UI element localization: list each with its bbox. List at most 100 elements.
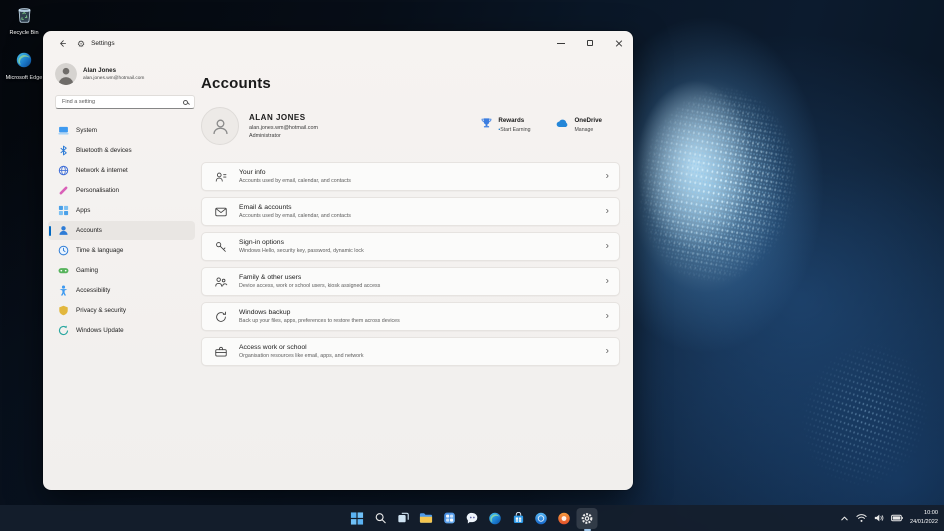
sidebar-item-accounts[interactable]: Accounts bbox=[48, 221, 195, 240]
sidebar-item-privacy-security[interactable]: Privacy & security bbox=[48, 301, 195, 320]
backup-icon bbox=[214, 310, 228, 324]
card-title: Sign-in options bbox=[239, 239, 284, 246]
sidebar-item-label: Personalisation bbox=[76, 187, 120, 194]
pinned-app-orange-button[interactable] bbox=[554, 508, 575, 529]
quick-actions: Rewards Start Earning OneDrive Manage bbox=[480, 117, 620, 135]
onedrive-link[interactable]: OneDrive Manage bbox=[556, 117, 602, 135]
onedrive-subtitle: Manage bbox=[574, 126, 594, 133]
your-info-icon bbox=[214, 170, 228, 184]
task-view-button[interactable] bbox=[393, 508, 414, 529]
desktop-icon-recycle-bin[interactable]: Recycle Bin bbox=[2, 6, 46, 37]
chevron-right-icon bbox=[606, 345, 609, 356]
window-titlebar[interactable]: Settings bbox=[43, 31, 633, 55]
settings-sidebar: Alan Jones alan.jones.wm@hotmail.com Sys… bbox=[43, 55, 201, 490]
sidebar-item-label: Apps bbox=[76, 207, 91, 214]
sidebar-item-personalisation[interactable]: Personalisation bbox=[48, 181, 195, 200]
settings-taskbar-button[interactable] bbox=[576, 507, 598, 529]
search-input[interactable] bbox=[62, 99, 178, 105]
accounts-icon bbox=[58, 225, 69, 236]
sidebar-nav: System Bluetooth & devices Network & int… bbox=[48, 121, 195, 340]
profile-role: Administrator bbox=[249, 133, 281, 139]
maximize-button[interactable] bbox=[575, 31, 604, 55]
minimize-button[interactable] bbox=[546, 31, 575, 55]
sidebar-item-label: Gaming bbox=[76, 267, 99, 274]
card-title: Your info bbox=[239, 169, 266, 176]
taskbar-search-button[interactable] bbox=[370, 508, 391, 529]
settings-window: Settings Alan Jones alan.jon bbox=[43, 31, 633, 490]
chevron-right-icon bbox=[606, 310, 609, 321]
settings-cards: Your info Accounts used by email, calend… bbox=[201, 162, 620, 366]
privacy-security-icon bbox=[58, 305, 69, 316]
card-your-info[interactable]: Your info Accounts used by email, calend… bbox=[201, 162, 620, 191]
minimize-icon bbox=[556, 42, 565, 44]
profile-avatar bbox=[201, 107, 239, 145]
card-windows-backup[interactable]: Windows backup Back up your files, apps,… bbox=[201, 302, 620, 331]
sidebar-item-label: Privacy & security bbox=[76, 307, 127, 314]
gaming-icon bbox=[58, 265, 69, 276]
search-icon bbox=[183, 99, 188, 105]
profile-name: ALAN JONES bbox=[249, 113, 306, 122]
sidebar-item-windows-update[interactable]: Windows Update bbox=[48, 321, 195, 340]
tray-overflow-button[interactable] bbox=[840, 514, 849, 523]
battery-tray-icon[interactable] bbox=[891, 514, 903, 522]
onedrive-icon bbox=[556, 117, 569, 135]
sidebar-item-label: Accounts bbox=[76, 227, 102, 234]
sidebar-item-label: Bluetooth & devices bbox=[76, 147, 132, 154]
family-icon bbox=[214, 275, 228, 289]
sidebar-item-time-language[interactable]: Time & language bbox=[48, 241, 195, 260]
chevron-right-icon bbox=[606, 170, 609, 181]
sidebar-item-gaming[interactable]: Gaming bbox=[48, 261, 195, 280]
start-button[interactable] bbox=[347, 508, 368, 529]
settings-search bbox=[55, 95, 195, 109]
rewards-link[interactable]: Rewards Start Earning bbox=[480, 117, 530, 135]
card-access-work-school[interactable]: Access work or school Organisation resou… bbox=[201, 337, 620, 366]
sidebar-item-accessibility[interactable]: Accessibility bbox=[48, 281, 195, 300]
rewards-icon bbox=[480, 117, 493, 135]
card-sign-in-options[interactable]: Sign-in options Windows Hello, security … bbox=[201, 232, 620, 261]
sidebar-item-bluetooth-devices[interactable]: Bluetooth & devices bbox=[48, 141, 195, 160]
sidebar-item-label: Time & language bbox=[76, 247, 124, 254]
settings-main: Accounts ALAN JONES alan.jones.wm@hotmai… bbox=[201, 55, 620, 490]
sidebar-item-system[interactable]: System bbox=[48, 121, 195, 140]
maximize-icon bbox=[586, 40, 593, 46]
close-button[interactable] bbox=[604, 31, 633, 55]
profile-section: ALAN JONES alan.jones.wm@hotmail.com Adm… bbox=[201, 107, 620, 145]
settings-gear-icon bbox=[77, 34, 85, 52]
edge-button[interactable] bbox=[485, 508, 506, 529]
sidebar-user-email: alan.jones.wm@hotmail.com bbox=[83, 75, 145, 81]
card-subtitle: Windows Hello, security key, password, d… bbox=[239, 248, 364, 254]
chevron-right-icon bbox=[606, 275, 609, 286]
tray-time: 10:00 bbox=[924, 510, 938, 517]
sidebar-item-network-internet[interactable]: Network & internet bbox=[48, 161, 195, 180]
recycle-bin-icon bbox=[16, 6, 33, 28]
sidebar-item-label: System bbox=[76, 127, 97, 134]
pinned-app-blue-button[interactable] bbox=[531, 508, 552, 529]
page-title: Accounts bbox=[201, 75, 271, 92]
clock[interactable]: 10:00 24/01/2022 bbox=[910, 509, 938, 526]
windows-update-icon bbox=[58, 325, 69, 336]
back-button[interactable] bbox=[53, 35, 71, 51]
personalisation-icon bbox=[58, 185, 69, 196]
card-title: Family & other users bbox=[239, 274, 302, 281]
network-icon bbox=[58, 165, 69, 176]
window-controls bbox=[546, 31, 633, 55]
chat-button[interactable] bbox=[462, 508, 483, 529]
user-avatar bbox=[55, 63, 77, 85]
card-family-other-users[interactable]: Family & other users Device access, work… bbox=[201, 267, 620, 296]
store-button[interactable] bbox=[508, 508, 529, 529]
volume-tray-icon[interactable] bbox=[874, 513, 884, 523]
window-title: Settings bbox=[91, 39, 115, 47]
widgets-button[interactable] bbox=[439, 508, 460, 529]
sidebar-user[interactable]: Alan Jones alan.jones.wm@hotmail.com bbox=[55, 59, 195, 95]
sidebar-item-apps[interactable]: Apps bbox=[48, 201, 195, 220]
card-email-accounts[interactable]: Email & accounts Accounts used by email,… bbox=[201, 197, 620, 226]
desktop-icon-microsoft-edge[interactable]: Microsoft Edge bbox=[2, 52, 46, 82]
time-language-icon bbox=[58, 245, 69, 256]
profile-email: alan.jones.wm@hotmail.com bbox=[249, 124, 318, 131]
card-title: Access work or school bbox=[239, 344, 307, 351]
email-icon bbox=[214, 205, 228, 219]
network-tray-icon[interactable] bbox=[856, 513, 867, 523]
file-explorer-button[interactable] bbox=[416, 508, 437, 529]
taskbar: 10:00 24/01/2022 bbox=[0, 505, 944, 531]
apps-icon bbox=[58, 205, 69, 216]
